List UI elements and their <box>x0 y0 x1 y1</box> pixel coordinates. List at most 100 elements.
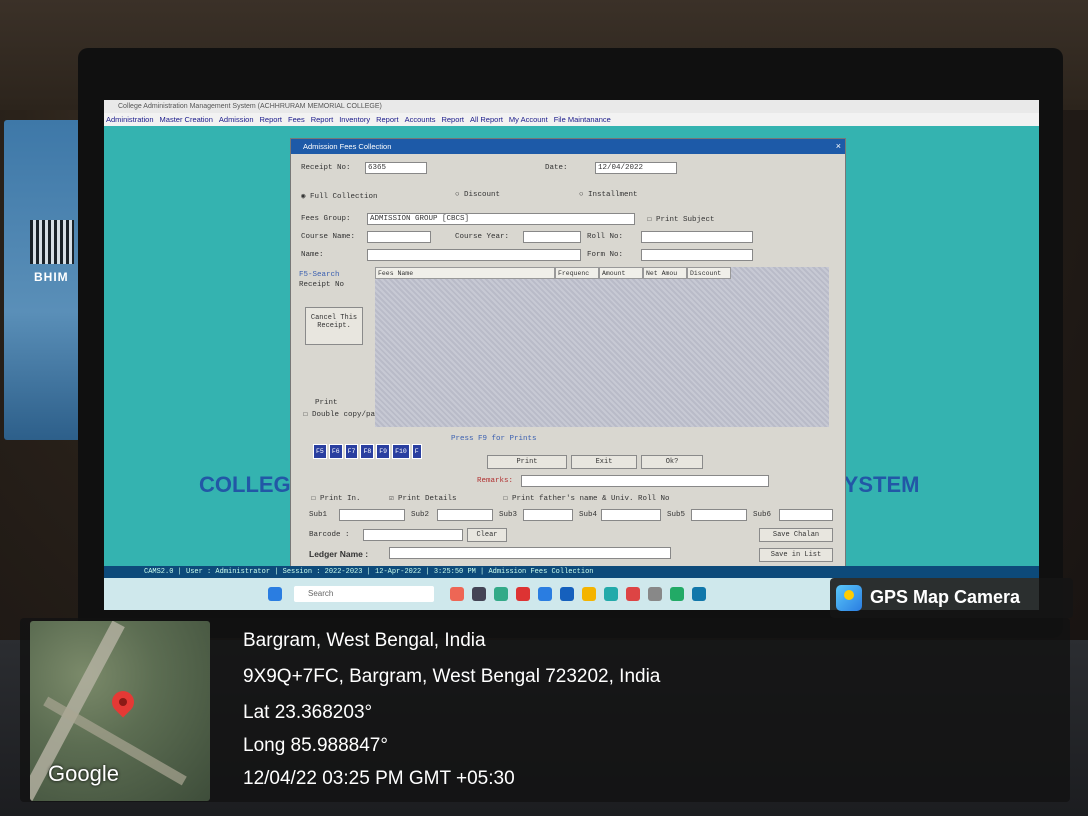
print-in-checkbox[interactable]: ☐ Print In. <box>311 493 361 503</box>
app-icon-1[interactable] <box>450 587 464 601</box>
fkey-f7[interactable]: F7 <box>344 444 359 459</box>
ok-button[interactable]: Ok? <box>641 455 703 469</box>
barcode-field[interactable] <box>363 529 463 541</box>
grid-header-discount: Discount <box>687 267 731 279</box>
menu-report-3[interactable]: Report <box>376 113 399 126</box>
fkey-f8[interactable]: F8 <box>360 444 375 459</box>
bhim-logo: BHIM <box>34 270 69 284</box>
date-label: Date: <box>545 164 568 172</box>
radio-installment[interactable]: ○ Installment <box>579 191 638 199</box>
print-subject-checkbox[interactable]: ☐ Print Subject <box>647 214 715 224</box>
app-icon-11[interactable] <box>670 587 684 601</box>
sub3-field[interactable] <box>523 509 573 521</box>
remarks-label: Remarks: <box>477 477 514 485</box>
menu-admission[interactable]: Admission <box>219 113 254 126</box>
fkey-f9[interactable]: F9 <box>376 444 391 459</box>
latitude: Lat 23.368203° <box>243 702 373 723</box>
menu-my-account[interactable]: My Account <box>509 113 548 126</box>
ledger-select[interactable] <box>389 547 671 559</box>
course-year-field[interactable] <box>523 231 581 243</box>
sub2-field[interactable] <box>437 509 493 521</box>
app-icon-2[interactable] <box>472 587 486 601</box>
grid-header-amount: Amount <box>599 267 643 279</box>
folder-icon[interactable] <box>582 587 596 601</box>
edge-icon[interactable] <box>538 587 552 601</box>
remarks-field[interactable] <box>521 475 769 487</box>
search-label: F5-Search <box>299 271 340 279</box>
sub6-field[interactable] <box>779 509 833 521</box>
opera-icon[interactable] <box>516 587 530 601</box>
gps-camera-badge: GPS Map Camera <box>830 578 1073 618</box>
app-icon-10[interactable] <box>648 587 662 601</box>
sub5-field[interactable] <box>691 509 747 521</box>
sub6-label: Sub6 <box>753 511 772 519</box>
radio-full-collection[interactable]: ◉ Full Collection <box>301 191 378 201</box>
name-label: Name: <box>301 251 324 259</box>
windows-start-icon[interactable] <box>268 587 282 601</box>
menu-administration[interactable]: Administration <box>106 113 154 126</box>
fkey-f5[interactable]: F5 <box>313 444 327 459</box>
date-field[interactable]: 12/04/2022 <box>595 162 677 174</box>
print-button[interactable]: Print <box>487 455 567 469</box>
watermark-left: COLLEG <box>199 472 291 497</box>
print-in-label: Print In. <box>320 495 361 503</box>
datetime: 12/04/22 03:25 PM GMT +05:30 <box>243 768 515 789</box>
menu-fees[interactable]: Fees <box>288 113 305 126</box>
chrome-icon[interactable] <box>692 587 706 601</box>
menu-report-4[interactable]: Report <box>441 113 464 126</box>
sub1-field[interactable] <box>339 509 405 521</box>
save-in-list-button[interactable]: Save in List <box>759 548 833 562</box>
function-keys: F5 F6 F7 F8 F9 F10 F <box>313 444 424 459</box>
close-icon[interactable]: × <box>836 139 841 154</box>
menu-report-1[interactable]: Report <box>260 113 283 126</box>
save-chalan-button[interactable]: Save Chalan <box>759 528 833 542</box>
print-subject-label: Print Subject <box>656 216 715 224</box>
location-info-panel: Google Bargram, West Bengal, India 9X9Q+… <box>20 618 1070 802</box>
taskbar-search[interactable]: Search <box>294 586 434 602</box>
receipt-no-field[interactable]: 6365 <box>365 162 427 174</box>
ledger-label: Ledger Name : <box>309 549 369 559</box>
gps-camera-logo-icon <box>836 585 862 611</box>
sub4-field[interactable] <box>601 509 661 521</box>
course-name-field[interactable] <box>367 231 431 243</box>
menu-accounts[interactable]: Accounts <box>405 113 436 126</box>
fees-group-select[interactable]: ADMISSION GROUP [CBCS] <box>367 213 635 225</box>
grid-header-frequency: Frequenc <box>555 267 599 279</box>
fkey-f6[interactable]: F6 <box>328 444 343 459</box>
sub2-label: Sub2 <box>411 511 430 519</box>
radio-discount[interactable]: ○ Discount <box>455 191 500 199</box>
menu-all-report[interactable]: All Report <box>470 113 503 126</box>
fkey-f-more[interactable]: F <box>411 444 422 459</box>
cancel-receipt-button[interactable]: Cancel This Receipt. <box>305 307 363 345</box>
roll-no-field[interactable] <box>641 231 753 243</box>
menu-file-maintanance[interactable]: File Maintanance <box>554 113 611 126</box>
double-copy-label: Double copy/page <box>312 411 385 419</box>
receipt-search-label: Receipt No <box>299 281 345 289</box>
clear-button[interactable]: Clear <box>467 528 507 542</box>
sub4-label: Sub4 <box>579 511 598 519</box>
form-no-field[interactable] <box>641 249 753 261</box>
print-father-checkbox[interactable]: ☐ Print father's name & Univ. Roll No <box>503 493 670 503</box>
double-copy-checkbox[interactable]: ☐ Double copy/page <box>303 409 384 419</box>
radio-full-label: Full Collection <box>310 193 378 201</box>
gps-app-name: GPS Map Camera <box>870 587 1021 607</box>
app-icon-3[interactable] <box>494 587 508 601</box>
menu-report-2[interactable]: Report <box>311 113 334 126</box>
name-field[interactable] <box>367 249 581 261</box>
fees-grid[interactable]: Fees Name Frequenc Amount Net Amou Disco… <box>375 267 829 427</box>
menu-inventory[interactable]: Inventory <box>339 113 370 126</box>
receipt-label: Receipt No: <box>301 164 351 172</box>
check-icon[interactable] <box>604 587 618 601</box>
photo: BHIM College Administration Management S… <box>0 0 1088 816</box>
roll-no-label: Roll No: <box>587 233 624 241</box>
fkey-f10[interactable]: F10 <box>392 444 410 459</box>
dialog-title: Admission Fees Collection <box>303 142 392 151</box>
menu-master-creation[interactable]: Master Creation <box>160 113 213 126</box>
grid-header-fees-name: Fees Name <box>375 267 555 279</box>
exit-button[interactable]: Exit <box>571 455 637 469</box>
app-icon-6[interactable] <box>560 587 574 601</box>
print-details-checkbox[interactable]: ☑ Print Details <box>389 493 457 503</box>
shield-icon[interactable] <box>626 587 640 601</box>
laptop-screen: College Administration Management System… <box>104 100 1039 610</box>
map-pin-icon <box>107 686 139 718</box>
